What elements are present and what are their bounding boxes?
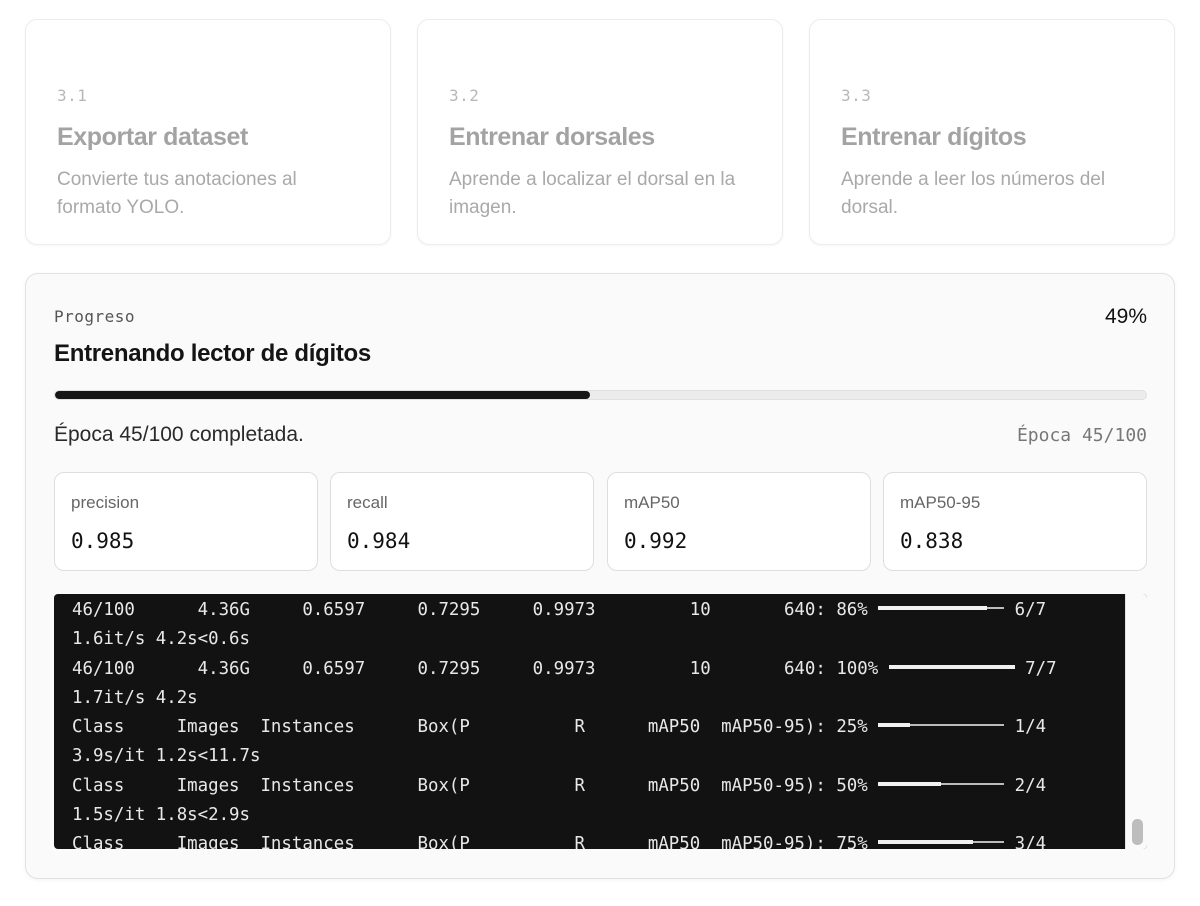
step-title: Exportar dataset [57,123,248,151]
metric-value: 0.838 [900,529,964,553]
log-progress-fill [878,723,910,728]
epoch-counter: Época 45/100 [1016,425,1147,446]
log-line: Class Images Instances Box(P R mAP50 mAP… [72,772,1117,801]
metric-value: 0.984 [347,529,411,553]
terminal-output: 46/100 4.36G 0.6597 0.7295 0.9973 10 640… [72,596,1117,849]
log-text: 46/100 4.36G 0.6597 0.7295 0.9973 10 640… [72,658,889,679]
progress-bar-fill [55,391,590,399]
log-progress-fill [878,840,973,845]
log-progress-fill [888,664,1015,669]
log-line: Class Images Instances Box(P R mAP50 mAP… [72,830,1117,849]
log-count: 1/4 [1004,717,1047,738]
progress-title: Entrenando lector de dígitos [54,340,371,367]
log-text: Class Images Instances Box(P R mAP50 mAP… [72,717,879,738]
step-description: Convierte tus anotaciones al formato YOL… [57,169,297,218]
log-line: 1.5s/it 1.8s<2.9s [72,805,250,826]
metric-card-map50-95: mAP50-95 0.838 [883,472,1147,571]
step-number: 3.1 [57,86,88,105]
step-card-train-digits[interactable]: 3.3 Entrenar dígitos Aprende a leer los … [809,19,1175,245]
scrollbar-thumb[interactable] [1132,819,1143,845]
status-text: Época 45/100 completada. [54,423,304,446]
log-text: 46/100 4.36G 0.6597 0.7295 0.9973 10 640… [72,600,879,620]
log-progress-fill [878,606,987,610]
log-line: 46/100 4.36G 0.6597 0.7295 0.9973 10 640… [72,655,1117,684]
step-description: Aprende a leer los números del dorsal. [841,169,1106,218]
log-count: 3/4 [1004,834,1047,849]
log-progress-bar [878,840,1005,845]
log-progress-bar [878,723,1005,728]
log-count: 7/7 [1014,658,1057,679]
log-progress-bar [888,664,1015,669]
log-progress-bar [878,606,1005,610]
training-log-terminal[interactable]: 46/100 4.36G 0.6597 0.7295 0.9973 10 640… [54,594,1147,849]
metric-card-recall: recall 0.984 [330,472,594,571]
step-title: Entrenar dígitos [841,123,1027,151]
step-card-export[interactable]: 3.1 Exportar dataset Convierte tus anota… [25,19,391,245]
metric-value: 0.985 [71,529,135,553]
log-progress-fill [878,781,942,786]
metric-label: mAP50-95 [900,493,981,512]
training-progress-panel: Progreso 49% Entrenando lector de dígito… [25,273,1175,879]
log-line: Class Images Instances Box(P R mAP50 mAP… [72,713,1117,742]
metric-card-precision: precision 0.985 [54,472,318,571]
terminal-scrollbar[interactable] [1125,594,1147,849]
metric-label: recall [347,493,388,512]
log-text: Class Images Instances Box(P R mAP50 mAP… [72,775,879,796]
metric-label: mAP50 [624,493,680,512]
log-progress-bar [878,781,1005,786]
metric-label: precision [71,493,140,512]
step-title: Entrenar dorsales [449,123,655,151]
step-number: 3.3 [841,86,872,105]
step-description: Aprende a localizar el dorsal en la imag… [449,169,736,218]
log-count: 6/7 [1004,600,1047,620]
log-line: 3.9s/it 1.2s<11.7s [72,746,261,767]
log-line: 1.7it/s 4.2s [72,687,198,708]
progress-label: Progreso [54,307,136,326]
metric-card-map50: mAP50 0.992 [607,472,871,571]
log-line: 46/100 4.36G 0.6597 0.7295 0.9973 10 640… [72,596,1117,625]
step-card-train-bibs[interactable]: 3.2 Entrenar dorsales Aprende a localiza… [417,19,783,245]
progress-bar [54,390,1147,400]
log-count: 2/4 [1004,775,1047,796]
step-number: 3.2 [449,86,480,105]
log-text: Class Images Instances Box(P R mAP50 mAP… [72,834,879,849]
metric-value: 0.992 [624,529,688,553]
progress-percent: 49% [1104,305,1147,328]
log-line: 1.6it/s 4.2s<0.6s [72,629,250,650]
